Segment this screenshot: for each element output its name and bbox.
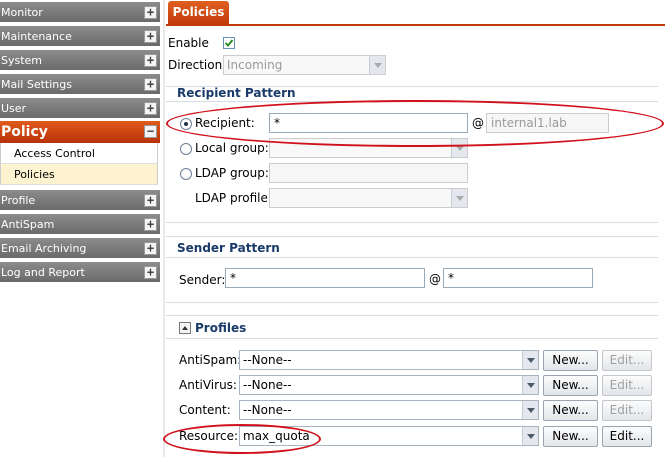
sidebar-item-label: Policy <box>1 124 48 140</box>
ldap-profile-label: LDAP profile: <box>195 191 272 205</box>
recipient-domain-input[interactable]: internal1.lab <box>486 113 609 133</box>
local-group-radio[interactable] <box>180 143 192 155</box>
section-divider <box>166 315 658 316</box>
section-divider <box>166 257 658 258</box>
sidebar-item-antispam[interactable]: AntiSpam + <box>0 214 160 235</box>
sidebar-item-monitor[interactable]: Monitor + <box>0 2 160 23</box>
recipient-radio[interactable] <box>180 118 192 130</box>
ldap-group-input[interactable] <box>269 163 468 183</box>
antivirus-label: AntiVirus: <box>179 378 237 392</box>
at-sign: @ <box>429 272 441 286</box>
antispam-profile-value: --None-- <box>243 353 292 367</box>
antispam-label: AntiSpam: <box>179 353 242 367</box>
sidebar-item-label: Email Archiving <box>1 242 87 255</box>
chevron-down-icon <box>451 189 467 207</box>
tab-policies[interactable]: Policies <box>168 1 229 24</box>
content-profile-value: --None-- <box>243 403 292 417</box>
sidebar-item-mail-settings[interactable]: Mail Settings + <box>0 74 160 95</box>
expand-icon[interactable]: + <box>144 266 157 279</box>
antivirus-profile-select[interactable]: --None-- <box>239 375 539 395</box>
local-group-select[interactable] <box>269 138 468 158</box>
section-divider <box>166 222 658 223</box>
expand-icon[interactable]: + <box>144 78 157 91</box>
sidebar-subitem-label: Policies <box>14 168 55 181</box>
resource-label: Resource: <box>179 429 239 443</box>
expand-icon[interactable]: + <box>144 242 157 255</box>
sidebar-item-label: Maintenance <box>1 30 72 43</box>
at-sign: @ <box>472 116 484 130</box>
sidebar-item-label: System <box>1 54 43 67</box>
sidebar-item-email-archiving[interactable]: Email Archiving + <box>0 238 160 259</box>
sidebar-item-log-and-report[interactable]: Log and Report + <box>0 262 160 283</box>
recipient-pattern-title: Recipient Pattern <box>177 86 296 100</box>
sidebar-subitem-policies[interactable]: Policies <box>0 164 158 185</box>
expand-icon[interactable]: + <box>144 218 157 231</box>
content-profile-select[interactable]: --None-- <box>239 400 539 420</box>
chevron-down-icon <box>369 56 385 74</box>
sidebar-subitem-access-control[interactable]: Access Control <box>0 143 158 164</box>
sidebar: Monitor + Maintenance + System + Mail Se… <box>0 0 160 457</box>
sender-label: Sender: <box>179 273 226 287</box>
sidebar-item-policy[interactable]: Policy − <box>0 121 160 143</box>
enable-label: Enable <box>168 36 209 50</box>
chevron-down-icon <box>522 376 538 394</box>
sender-domain-input[interactable]: * <box>443 268 593 288</box>
section-divider <box>166 236 658 237</box>
checkmark-icon <box>224 39 234 47</box>
section-divider <box>166 101 658 102</box>
expand-icon[interactable]: + <box>144 102 157 115</box>
ldap-group-radio[interactable] <box>180 168 192 180</box>
ldap-group-label: LDAP group: <box>195 166 269 180</box>
direction-value: Incoming <box>227 58 283 72</box>
sidebar-item-label: Monitor <box>1 6 43 19</box>
chevron-down-icon <box>522 401 538 419</box>
antispam-new-button[interactable]: New... <box>543 350 598 371</box>
chevron-down-icon <box>522 351 538 369</box>
sender-pattern-title: Sender Pattern <box>177 241 280 255</box>
expand-icon[interactable]: + <box>144 54 157 67</box>
antispam-edit-button[interactable]: Edit... <box>602 350 652 371</box>
ldap-profile-select[interactable] <box>269 188 468 208</box>
sidebar-item-system[interactable]: System + <box>0 50 160 71</box>
resource-profile-value: max_quota <box>243 429 310 443</box>
sidebar-item-maintenance[interactable]: Maintenance + <box>0 26 160 47</box>
direction-label: Direction: <box>168 58 227 72</box>
content-edit-button[interactable]: Edit... <box>602 400 652 421</box>
enable-checkbox[interactable] <box>223 37 235 49</box>
expand-icon[interactable]: + <box>144 194 157 207</box>
tab-bar: Policies <box>166 0 665 26</box>
collapse-icon[interactable]: − <box>144 125 157 138</box>
expand-icon[interactable]: + <box>144 6 157 19</box>
collapse-profiles-icon[interactable] <box>179 322 191 334</box>
resource-profile-select[interactable]: max_quota <box>239 426 539 446</box>
chevron-down-icon <box>522 427 538 445</box>
antivirus-profile-value: --None-- <box>243 378 292 392</box>
sidebar-item-profile[interactable]: Profile + <box>0 190 160 211</box>
recipient-label: Recipient: <box>195 116 255 130</box>
content-new-button[interactable]: New... <box>543 400 598 421</box>
resource-edit-button[interactable]: Edit... <box>602 426 652 447</box>
antivirus-edit-button[interactable]: Edit... <box>602 375 652 396</box>
antivirus-new-button[interactable]: New... <box>543 375 598 396</box>
panel-divider <box>163 0 165 457</box>
antispam-profile-select[interactable]: --None-- <box>239 350 539 370</box>
expand-icon[interactable]: + <box>144 30 157 43</box>
chevron-down-icon <box>451 139 467 157</box>
sidebar-item-label: Log and Report <box>1 266 85 279</box>
direction-select[interactable]: Incoming <box>223 55 386 75</box>
sidebar-item-label: AntiSpam <box>1 218 55 231</box>
section-divider <box>166 338 658 339</box>
sidebar-item-label: Mail Settings <box>1 78 72 91</box>
local-group-label: Local group: <box>195 141 269 155</box>
sidebar-item-user[interactable]: User + <box>0 98 160 119</box>
sidebar-item-label: User <box>1 102 27 115</box>
sidebar-item-label: Profile <box>1 194 36 207</box>
section-divider <box>166 302 658 303</box>
profiles-title: Profiles <box>195 321 247 335</box>
resource-new-button[interactable]: New... <box>543 426 598 447</box>
content-label: Content: <box>179 403 231 417</box>
recipient-input[interactable]: * <box>269 113 468 133</box>
sidebar-subitem-label: Access Control <box>14 147 95 160</box>
sender-input[interactable]: * <box>225 268 425 288</box>
